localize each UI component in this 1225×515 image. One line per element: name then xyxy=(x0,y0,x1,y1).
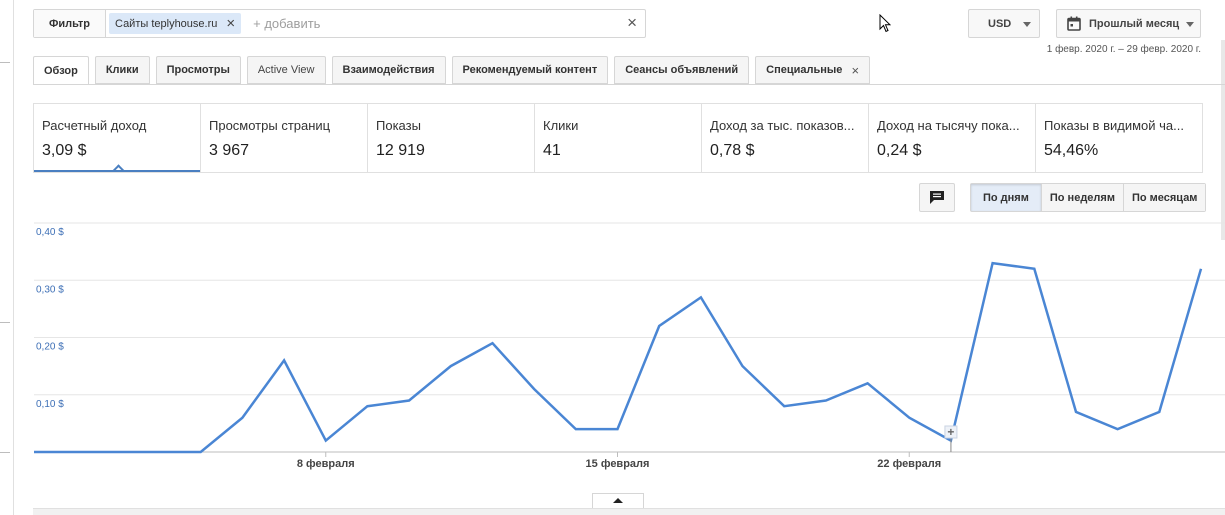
scrollbar[interactable] xyxy=(1221,40,1225,240)
metric-value: 0,78 $ xyxy=(710,142,755,159)
metric-card-clicks[interactable]: Клики 41 xyxy=(535,104,702,172)
plus-icon: + xyxy=(947,425,954,439)
granularity-daily[interactable]: По дням xyxy=(971,184,1042,211)
metric-card-viewability[interactable]: Показы в видимой ча... 54,46% xyxy=(1036,104,1202,172)
metric-label: Показы xyxy=(376,118,421,133)
remove-chip-icon[interactable]: × xyxy=(226,16,235,31)
x-tick-label: 15 февраля xyxy=(586,458,650,470)
close-tab-icon[interactable]: × xyxy=(851,63,859,78)
comment-icon xyxy=(930,191,944,204)
tab-label: Сеансы объявлений xyxy=(625,64,739,76)
y-tick-label: 0,30 $ xyxy=(36,284,64,295)
metric-card-estimated-earnings[interactable]: Расчетный доход 3,09 $ xyxy=(34,104,201,172)
tab-recommended-content[interactable]: Рекомендуемый контент xyxy=(451,56,609,84)
annotations-button[interactable] xyxy=(919,183,955,212)
x-tick-label: 8 февраля xyxy=(297,458,355,470)
tab-active-view[interactable]: Active View xyxy=(246,56,326,84)
filter-chip-label: Сайты teplyhouse.ru xyxy=(115,17,218,30)
chevron-down-icon xyxy=(1023,22,1031,27)
metric-value: 54,46% xyxy=(1044,142,1099,159)
y-tick-label: 0,20 $ xyxy=(36,342,64,353)
tab-label: Обзор xyxy=(44,64,78,77)
table-header-strip xyxy=(33,508,1225,515)
metric-value: 3,09 $ xyxy=(42,142,87,159)
metric-card-page-views[interactable]: Просмотры страниц 3 967 xyxy=(201,104,368,172)
metric-label: Показы в видимой ча... xyxy=(1044,118,1184,133)
filter-bar: Фильтр Сайты teplyhouse.ru × + добавить … xyxy=(33,9,646,38)
metric-label: Доход на тысячу пока... xyxy=(877,118,1020,133)
metric-value: 12 919 xyxy=(376,142,425,159)
y-tick-label: 0,10 $ xyxy=(36,399,64,410)
chevron-down-icon xyxy=(1186,22,1194,27)
y-tick-label: 0,40 $ xyxy=(36,227,64,238)
tab-label: Клики xyxy=(105,64,139,76)
tab-label: Взаимодействия xyxy=(342,64,435,76)
metric-label: Расчетный доход xyxy=(42,118,147,133)
mouse-cursor-icon xyxy=(879,14,891,33)
calendar-icon xyxy=(1067,16,1081,31)
filter-chip-sites[interactable]: Сайты teplyhouse.ru × xyxy=(109,13,242,34)
tab-overview[interactable]: Обзор xyxy=(33,56,89,85)
metric-cards: Расчетный доход 3,09 $ Просмотры страниц… xyxy=(33,103,1203,173)
metric-label: Просмотры страниц xyxy=(209,118,331,133)
earnings-line-chart[interactable]: 0,10 $ 0,20 $ 0,30 $ 0,40 $ 8 февраля 15 февр… xyxy=(0,215,1225,475)
metric-card-page-rpm[interactable]: Доход на тысячу пока... 0,24 $ xyxy=(869,104,1036,172)
report-tabs: Обзор Клики Просмотры Active View Взаимо… xyxy=(33,56,876,85)
tab-label: Специальные xyxy=(766,64,843,76)
add-filter-input[interactable]: + добавить xyxy=(253,16,320,31)
date-range-label: Прошлый месяц xyxy=(1089,17,1180,30)
metric-value: 3 967 xyxy=(209,142,250,159)
tab-ad-sessions[interactable]: Сеансы объявлений xyxy=(614,56,750,84)
metric-card-impressions[interactable]: Показы 12 919 xyxy=(368,104,535,172)
metric-value: 0,24 $ xyxy=(877,142,922,159)
tab-views[interactable]: Просмотры xyxy=(155,56,241,84)
date-range-text: 1 февр. 2020 г. – 29 февр. 2020 г. xyxy=(1046,44,1201,55)
date-range-select[interactable]: Прошлый месяц xyxy=(1056,9,1201,38)
tab-label: Просмотры xyxy=(166,64,230,76)
currency-value: USD xyxy=(988,17,1012,30)
granularity-weekly[interactable]: По неделям xyxy=(1041,184,1124,211)
clear-filter-icon[interactable]: × xyxy=(627,13,637,33)
tab-clicks[interactable]: Клики xyxy=(94,56,150,84)
tab-label: Рекомендуемый контент xyxy=(462,64,598,76)
tab-interactions[interactable]: Взаимодействия xyxy=(331,56,446,84)
tabs-divider xyxy=(33,84,1225,85)
selected-indicator xyxy=(112,164,125,172)
metric-card-impression-rpm[interactable]: Доход за тыс. показов... 0,78 $ xyxy=(702,104,869,172)
metric-value: 41 xyxy=(543,142,561,159)
x-tick-label: 22 февраля xyxy=(877,458,941,470)
metric-label: Клики xyxy=(543,118,579,133)
granularity-monthly[interactable]: По месяцам xyxy=(1123,184,1206,211)
currency-select[interactable]: USD xyxy=(968,9,1040,38)
tab-custom[interactable]: Специальные × xyxy=(755,56,871,84)
chevron-up-icon xyxy=(613,498,623,503)
filter-button[interactable]: Фильтр xyxy=(34,10,106,37)
tab-label: Active View xyxy=(257,64,315,76)
granularity-toggle: По дням По неделям По месяцам xyxy=(970,183,1207,212)
series-line xyxy=(34,261,1203,454)
metric-label: Доход за тыс. показов... xyxy=(710,118,855,133)
